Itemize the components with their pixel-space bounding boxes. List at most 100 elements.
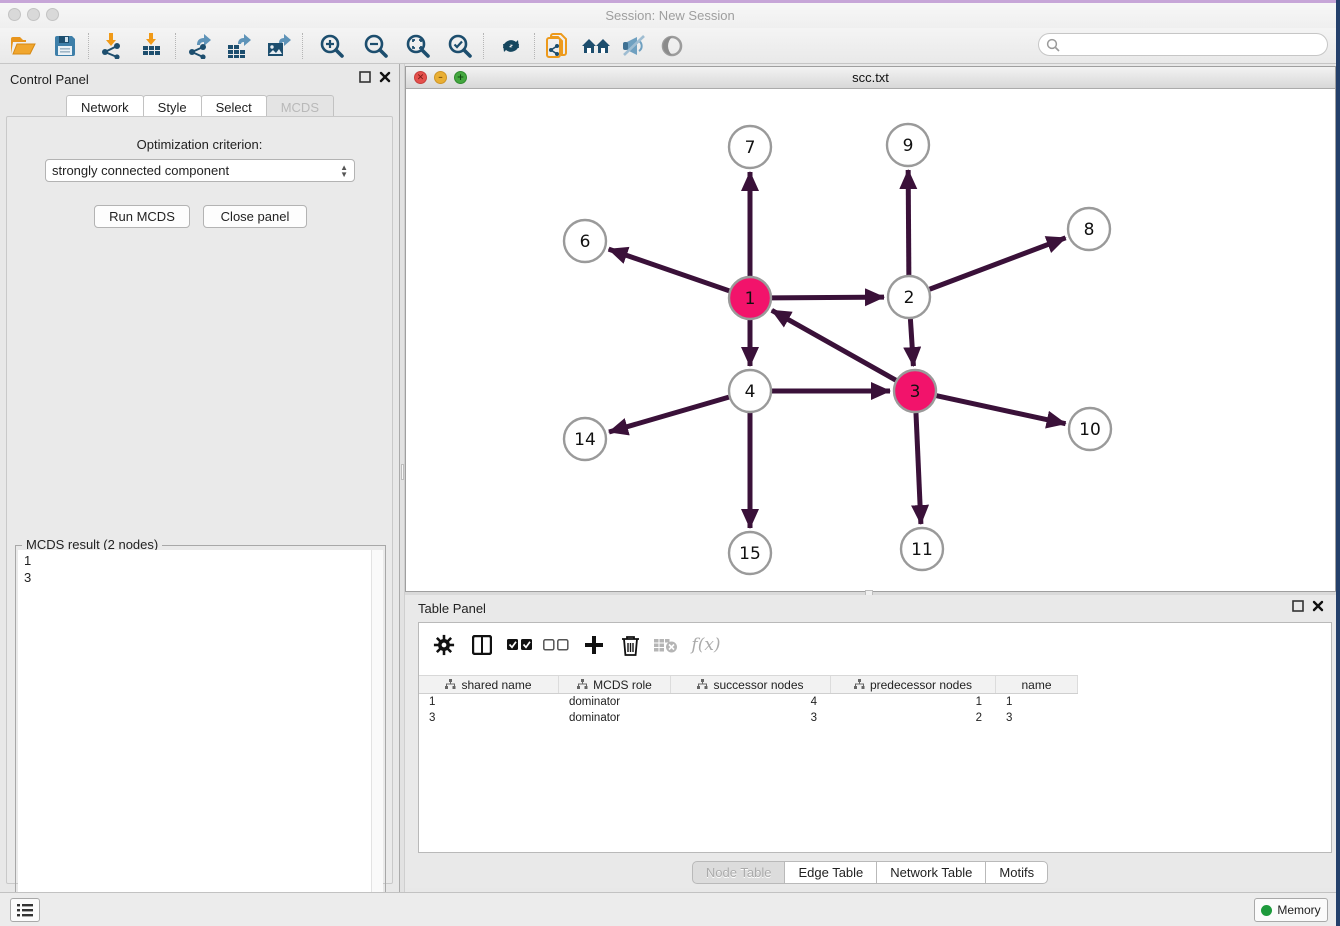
function-builder-icon[interactable]: f(x): [689, 630, 723, 660]
float-panel-icon[interactable]: [1292, 600, 1304, 612]
svg-text:4: 4: [745, 382, 756, 402]
cell-shared-name[interactable]: 3: [419, 710, 559, 726]
hide-annotations-icon[interactable]: [619, 31, 649, 61]
tab-node-table[interactable]: Node Table: [692, 861, 786, 884]
tab-edge-table[interactable]: Edge Table: [784, 861, 877, 884]
cell-successor-nodes[interactable]: 3: [671, 710, 831, 726]
network-window-titlebar[interactable]: ✕ – + scc.txt: [406, 67, 1335, 89]
save-session-icon[interactable]: [50, 31, 80, 61]
table-panel-title: Table Panel: [418, 601, 486, 616]
mcds-result-text[interactable]: 1 3: [18, 550, 383, 920]
edge-3-1[interactable]: [772, 310, 896, 380]
import-network-icon[interactable]: [97, 31, 127, 61]
show-graphics-details-icon[interactable]: [657, 31, 687, 61]
cell-predecessor-nodes[interactable]: 1: [831, 694, 996, 710]
cell-shared-name[interactable]: 1: [419, 694, 559, 710]
import-table-icon[interactable]: [137, 31, 167, 61]
cell-predecessor-nodes[interactable]: 2: [831, 710, 996, 726]
node-9[interactable]: 9: [887, 124, 929, 166]
table-tabs: Node TableEdge TableNetwork TableMotifs: [405, 861, 1336, 884]
optimization-criterion-select[interactable]: strongly connected component ▲▼: [45, 159, 355, 182]
search-field[interactable]: [1038, 33, 1328, 56]
close-panel-icon[interactable]: [1312, 600, 1324, 612]
network-canvas[interactable]: 7 9 6 8 1 2 4 3 14 10 15 11: [406, 89, 1335, 591]
column-label: predecessor nodes: [870, 678, 972, 692]
table-row[interactable]: 1dominator411: [419, 694, 1331, 710]
zoom-selected-icon[interactable]: [445, 31, 475, 61]
column-header-MCDS-role[interactable]: MCDS role: [559, 676, 671, 693]
node-15[interactable]: 15: [729, 532, 771, 574]
attribute-icon: [577, 679, 588, 690]
svg-text:10: 10: [1079, 420, 1101, 440]
float-panel-icon[interactable]: [359, 71, 371, 83]
svg-text:9: 9: [903, 136, 914, 156]
titlebar: Session: New Session: [0, 3, 1340, 28]
window-title: Session: New Session: [0, 8, 1340, 23]
column-header-name[interactable]: name: [996, 676, 1078, 693]
deselect-all-icon[interactable]: [539, 630, 573, 660]
node-11[interactable]: 11: [901, 528, 943, 570]
cell-MCDS-role[interactable]: dominator: [559, 710, 671, 726]
svg-text:11: 11: [911, 540, 933, 560]
first-neighbors-icon[interactable]: [581, 31, 611, 61]
export-table-icon[interactable]: [224, 31, 254, 61]
node-10[interactable]: 10: [1069, 408, 1111, 450]
table-settings-icon[interactable]: [427, 630, 461, 660]
column-header-predecessor-nodes[interactable]: predecessor nodes: [831, 676, 996, 693]
control-panel-title: Control Panel: [10, 72, 89, 87]
edge-3-10[interactable]: [936, 396, 1065, 424]
node-3[interactable]: 3: [894, 370, 936, 412]
network-graph[interactable]: 7 9 6 8 1 2 4 3 14 10 15 11: [406, 89, 1335, 591]
table-header-row[interactable]: shared nameMCDS rolesuccessor nodes prede…: [419, 675, 1078, 694]
result-scrollbar[interactable]: [371, 550, 383, 920]
cell-name[interactable]: 3: [996, 710, 1078, 726]
table-rows[interactable]: 1dominator4113dominator323: [419, 694, 1331, 726]
edge-2-9[interactable]: [908, 170, 909, 275]
column-header-successor-nodes[interactable]: successor nodes: [671, 676, 831, 693]
node-7[interactable]: 7: [729, 126, 771, 168]
zoom-in-icon[interactable]: [317, 31, 347, 61]
tab-motifs[interactable]: Motifs: [985, 861, 1048, 884]
edge-1-6[interactable]: [609, 249, 730, 291]
column-header-shared-name[interactable]: shared name: [419, 676, 559, 693]
node-8[interactable]: 8: [1068, 208, 1110, 250]
search-input[interactable]: [1060, 36, 1327, 54]
tab-network-table[interactable]: Network Table: [876, 861, 986, 884]
edge-4-14[interactable]: [609, 397, 729, 432]
delete-column-icon[interactable]: [613, 630, 647, 660]
split-panel-icon[interactable]: [465, 630, 499, 660]
toolbar-separator: [175, 33, 176, 59]
cell-MCDS-role[interactable]: dominator: [559, 694, 671, 710]
toolbar-separator: [88, 33, 89, 59]
delete-table-icon[interactable]: [649, 630, 683, 660]
node-14[interactable]: 14: [564, 418, 606, 460]
task-history-button[interactable]: [10, 898, 40, 922]
edge-2-8[interactable]: [930, 238, 1066, 289]
run-mcds-button[interactable]: Run MCDS: [94, 205, 190, 228]
close-panel-button[interactable]: Close panel: [203, 205, 307, 228]
export-network-icon[interactable]: [184, 31, 214, 61]
close-panel-icon[interactable]: [379, 71, 391, 83]
status-bar: Memory: [0, 892, 1340, 926]
add-column-icon[interactable]: [577, 630, 611, 660]
clone-network-icon[interactable]: [543, 31, 573, 61]
node-4[interactable]: 4: [729, 370, 771, 412]
table-row[interactable]: 3dominator323: [419, 710, 1331, 726]
edge-3-11[interactable]: [916, 413, 921, 524]
node-2[interactable]: 2: [888, 276, 930, 318]
zoom-fit-icon[interactable]: [403, 31, 433, 61]
node-6[interactable]: 6: [564, 220, 606, 262]
memory-button[interactable]: Memory: [1254, 898, 1328, 922]
cell-name[interactable]: 1: [996, 694, 1078, 710]
apply-layout-icon[interactable]: [496, 31, 526, 61]
zoom-out-icon[interactable]: [361, 31, 391, 61]
cell-successor-nodes[interactable]: 4: [671, 694, 831, 710]
memory-status-icon: [1261, 905, 1272, 916]
splitter-grip[interactable]: [401, 464, 404, 480]
node-1[interactable]: 1: [729, 277, 771, 319]
select-all-icon[interactable]: [503, 630, 537, 660]
open-session-icon[interactable]: [8, 31, 38, 61]
export-image-icon[interactable]: [264, 31, 294, 61]
edge-2-3[interactable]: [910, 319, 913, 366]
edge-1-2[interactable]: [772, 297, 884, 298]
